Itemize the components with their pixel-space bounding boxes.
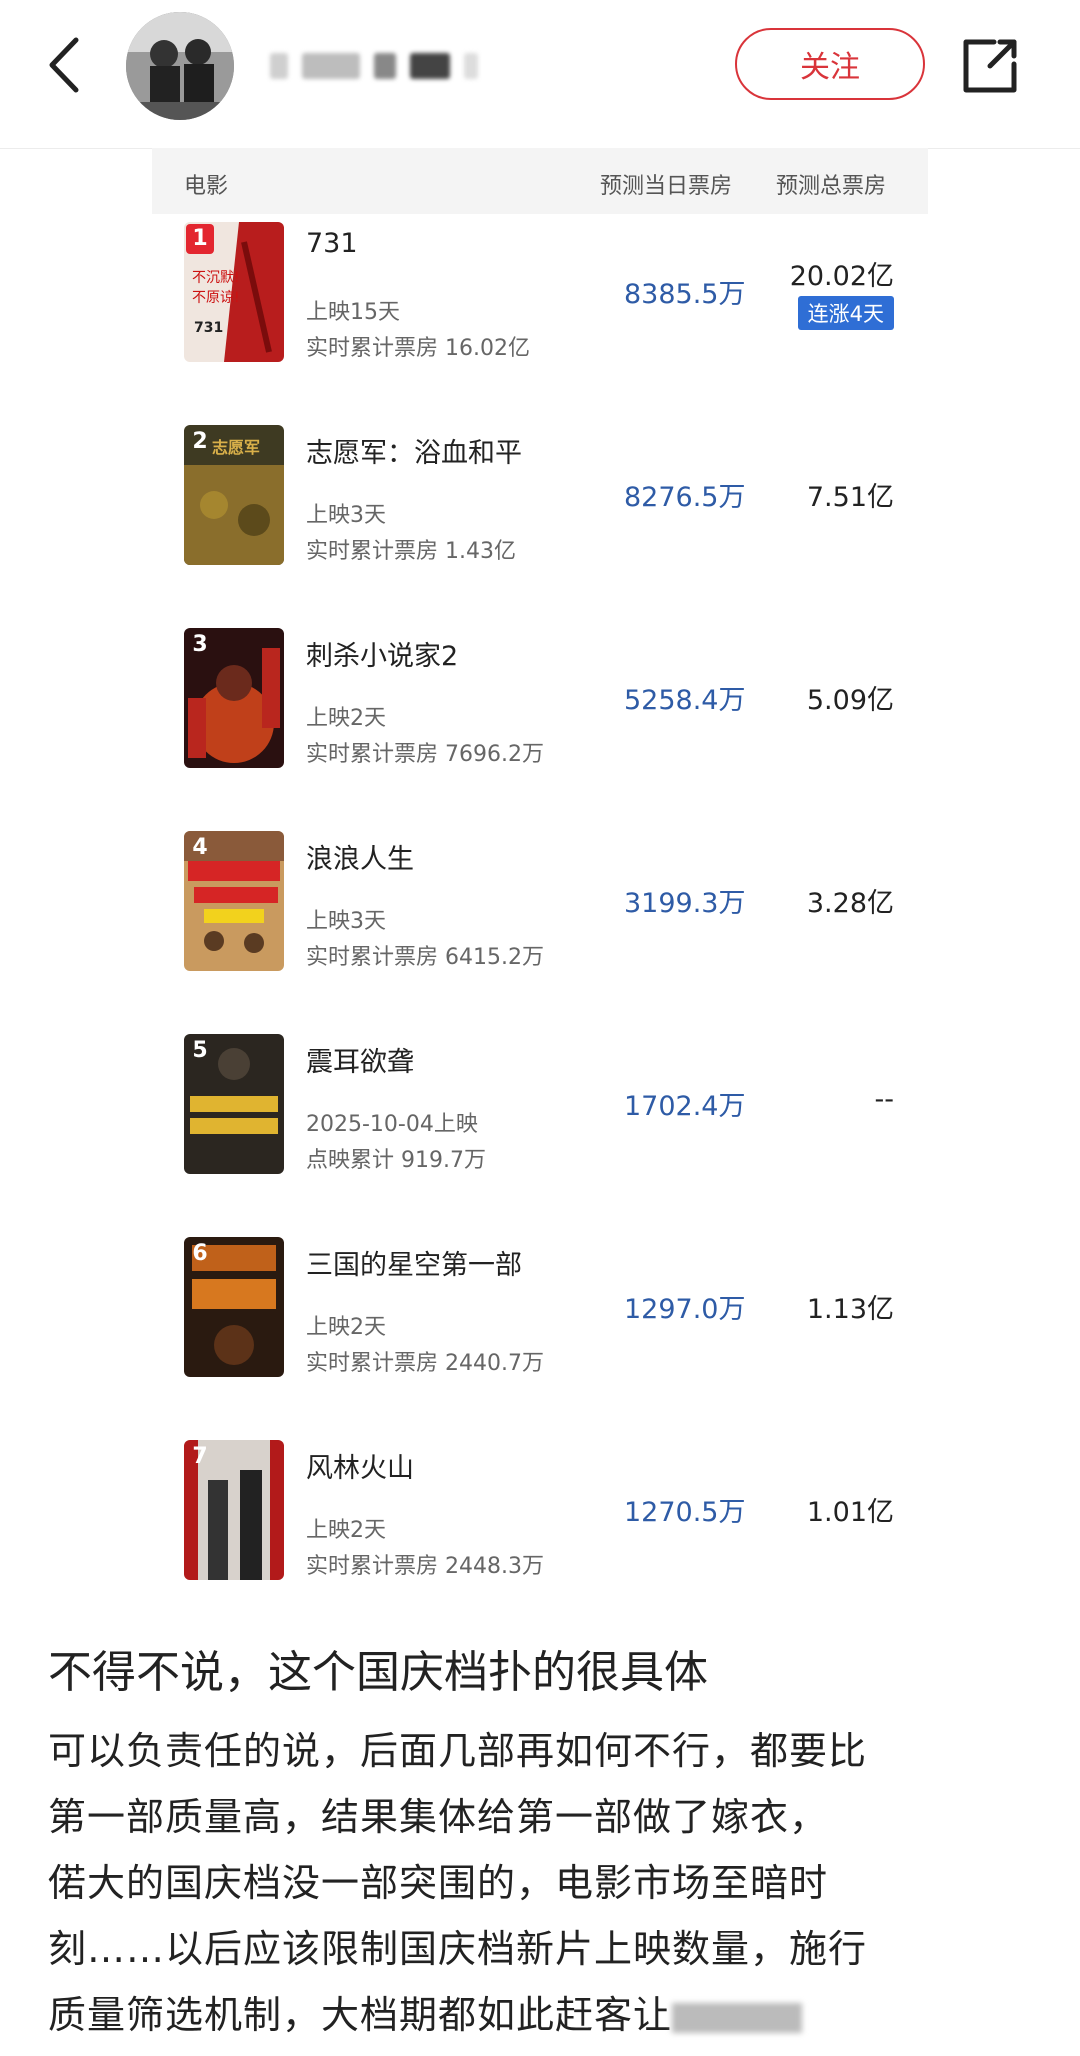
movie-poster: 5 bbox=[184, 1034, 284, 1174]
release-days: 上映2天 bbox=[306, 1315, 386, 1340]
post-body: 可以负责任的说，后面几部再如何不行，都要比 第一部质量高，结果集体给第一部做了嫁… bbox=[48, 1718, 1038, 2048]
release-days: 上映15天 bbox=[306, 300, 400, 325]
movie-poster: 不沉默! 不原谅! 731 1 bbox=[184, 222, 284, 362]
svg-text:不沉默!: 不沉默! bbox=[192, 270, 240, 286]
table-row[interactable]: 3 刺杀小说家2 上映2天 实时累计票房 7696.2万 5258.4万 5.0… bbox=[152, 628, 928, 768]
movie-poster: 4 bbox=[184, 831, 284, 971]
movie-poster: 3 bbox=[184, 628, 284, 768]
release-days: 上映3天 bbox=[306, 503, 386, 528]
predicted-total: 1.01亿 bbox=[806, 1497, 894, 1528]
predicted-total: 20.02亿 bbox=[789, 261, 894, 292]
post-line: 第一部质量高，结果集体给第一部做了嫁衣， bbox=[48, 1795, 829, 1839]
box-office-table-header: 电影 预测当日票房 预测总票房 bbox=[152, 148, 928, 214]
post-title: 不得不说，这个国庆档扑的很具体 bbox=[48, 1647, 708, 1698]
cumulative-box-office: 实时累计票房 1.43亿 bbox=[306, 539, 516, 564]
predicted-daily: 5258.4万 bbox=[624, 685, 746, 716]
movie-title: 震耳欲聋 bbox=[306, 1047, 414, 1078]
release-date: 2025-10-04上映 bbox=[306, 1112, 478, 1137]
predicted-daily: 1702.4万 bbox=[624, 1091, 746, 1122]
column-header-total: 预测总票房 bbox=[776, 174, 887, 199]
table-row[interactable]: 志愿军 2 志愿军：浴血和平 上映3天 实时累计票房 1.43亿 8276.5万… bbox=[152, 425, 928, 565]
follow-button[interactable]: 关注 bbox=[735, 28, 925, 100]
table-row[interactable]: 4 浪浪人生 上映3天 实时累计票房 6415.2万 3199.3万 3.28亿 bbox=[152, 831, 928, 971]
cumulative-box-office: 实时累计票房 2448.3万 bbox=[306, 1554, 544, 1579]
release-days: 上映3天 bbox=[306, 909, 386, 934]
rank-badge: 7 bbox=[192, 1444, 208, 1469]
rank-badge: 1 bbox=[186, 224, 214, 254]
predicted-total: 1.13亿 bbox=[806, 1294, 894, 1325]
cumulative-box-office: 实时累计票房 7696.2万 bbox=[306, 742, 544, 767]
predicted-total: 5.09亿 bbox=[806, 685, 894, 716]
predicted-total: -- bbox=[874, 1084, 895, 1115]
username-blurred bbox=[270, 46, 478, 86]
table-row[interactable]: 6 三国的星空第一部 上映2天 实时累计票房 2440.7万 1297.0万 1… bbox=[152, 1237, 928, 1377]
post-line: 刻……以后应该限制国庆档新片上映数量，施行 bbox=[48, 1927, 868, 1971]
table-row[interactable]: 5 震耳欲聋 2025-10-04上映 点映累计 919.7万 1702.4万 … bbox=[152, 1034, 928, 1174]
back-icon[interactable] bbox=[40, 30, 96, 100]
rise-streak-badge: 连涨4天 bbox=[797, 296, 894, 330]
svg-text:志愿军: 志愿军 bbox=[212, 438, 260, 457]
top-nav-bar: 关注 bbox=[0, 0, 1080, 149]
rank-badge: 3 bbox=[192, 632, 208, 657]
rank-badge: 2 bbox=[192, 429, 208, 454]
predicted-daily: 3199.3万 bbox=[624, 888, 746, 919]
rank-badge: 4 bbox=[192, 835, 208, 860]
post-line-last: 质量筛选机制，大档期都如此赶客让 bbox=[48, 1982, 1038, 2048]
movie-title: 风林火山 bbox=[306, 1453, 414, 1484]
movie-title: 731 bbox=[306, 228, 358, 259]
svg-text:不原谅!: 不原谅! bbox=[192, 290, 240, 306]
svg-text:731: 731 bbox=[194, 320, 223, 336]
cumulative-box-office: 实时累计票房 6415.2万 bbox=[306, 945, 544, 970]
movie-title: 刺杀小说家2 bbox=[306, 641, 459, 672]
movie-poster: 志愿军 2 bbox=[184, 425, 284, 565]
post-line: 偌大的国庆档没一部突围的，电影市场至暗时 bbox=[48, 1861, 829, 1905]
blurred-text-tail bbox=[672, 2002, 803, 2033]
column-header-movie: 电影 bbox=[184, 174, 229, 199]
predicted-daily: 8276.5万 bbox=[624, 482, 746, 513]
predicted-total: 7.51亿 bbox=[806, 482, 894, 513]
rank-badge: 6 bbox=[192, 1241, 208, 1266]
release-days: 上映2天 bbox=[306, 706, 386, 731]
table-row[interactable]: 不沉默! 不原谅! 731 1 731 上映15天 实时累计票房 16.02亿 … bbox=[152, 222, 928, 362]
movie-poster: 6 bbox=[184, 1237, 284, 1377]
avatar[interactable] bbox=[126, 12, 234, 120]
movie-title: 志愿军：浴血和平 bbox=[306, 438, 522, 469]
cumulative-box-office: 实时累计票房 2440.7万 bbox=[306, 1351, 544, 1376]
share-icon[interactable] bbox=[960, 34, 1022, 96]
release-days: 上映2天 bbox=[306, 1518, 386, 1543]
predicted-total: 3.28亿 bbox=[806, 888, 894, 919]
column-header-daily: 预测当日票房 bbox=[600, 174, 733, 199]
preview-box-office: 点映累计 919.7万 bbox=[306, 1148, 486, 1173]
cumulative-box-office: 实时累计票房 16.02亿 bbox=[306, 336, 530, 361]
predicted-daily: 1270.5万 bbox=[624, 1497, 746, 1528]
table-row[interactable]: 7 风林火山 上映2天 实时累计票房 2448.3万 1270.5万 1.01亿 bbox=[152, 1440, 928, 1580]
movie-title: 三国的星空第一部 bbox=[306, 1250, 522, 1281]
post-line: 可以负责任的说，后面几部再如何不行，都要比 bbox=[48, 1729, 868, 1773]
rank-badge: 5 bbox=[192, 1038, 208, 1063]
movie-title: 浪浪人生 bbox=[306, 844, 414, 875]
predicted-daily: 8385.5万 bbox=[624, 279, 746, 310]
movie-poster: 7 bbox=[184, 1440, 284, 1580]
predicted-daily: 1297.0万 bbox=[624, 1294, 746, 1325]
